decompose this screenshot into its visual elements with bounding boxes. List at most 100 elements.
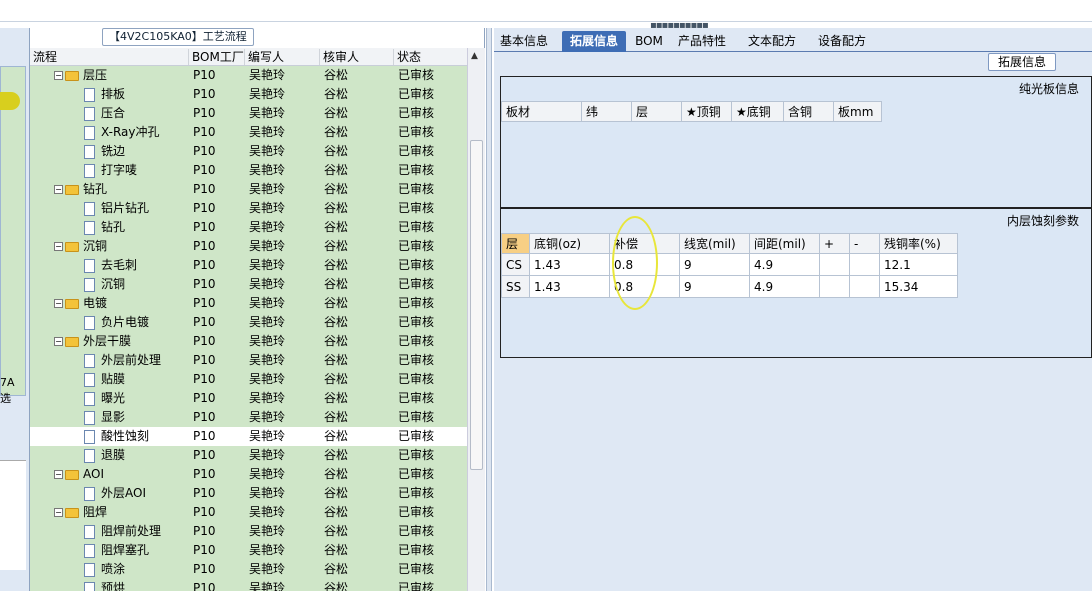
- tree-cell-reviewer: 谷松: [324, 163, 349, 177]
- tree-row[interactable]: 外层前处理 P10 吴艳玲 谷松 已审核: [30, 351, 467, 370]
- tree-row[interactable]: 排板 P10 吴艳玲 谷松 已审核: [30, 85, 467, 104]
- cell-line-width[interactable]: 9: [679, 253, 750, 276]
- tree-cell-reviewer: 谷松: [324, 410, 349, 424]
- cell-base-copper[interactable]: 1.43: [529, 275, 610, 298]
- tree-row[interactable]: − 钻孔 P10 吴艳玲 谷松 已审核: [30, 180, 467, 199]
- col-line-width[interactable]: 线宽(mil): [679, 233, 750, 254]
- header-bom[interactable]: BOM工厂: [188, 49, 244, 65]
- tab-product-features[interactable]: 产品特性: [674, 31, 730, 52]
- tree-row[interactable]: − 外层干膜 P10 吴艳玲 谷松 已审核: [30, 332, 467, 351]
- tree-cell-status: 已审核: [398, 391, 435, 405]
- tree-row[interactable]: 显影 P10 吴艳玲 谷松 已审核: [30, 408, 467, 427]
- col-board-mm[interactable]: 板mm: [833, 101, 882, 122]
- tree-row[interactable]: − 沉铜 P10 吴艳玲 谷松 已审核: [30, 237, 467, 256]
- tab-bom[interactable]: BOM: [634, 31, 664, 52]
- tree-row[interactable]: 钻孔 P10 吴艳玲 谷松 已审核: [30, 218, 467, 237]
- col-copper-content[interactable]: 含铜: [783, 101, 834, 122]
- header-writer[interactable]: 编写人: [244, 49, 284, 65]
- tree-row[interactable]: 曝光 P10 吴艳玲 谷松 已审核: [30, 389, 467, 408]
- tree-row-label: 负片电镀: [101, 315, 150, 329]
- collapse-icon[interactable]: −: [54, 337, 63, 346]
- cell-spacing[interactable]: 4.9: [749, 275, 820, 298]
- tree-cell-reviewer: 谷松: [324, 391, 349, 405]
- tab-extended-info[interactable]: 拓展信息: [562, 31, 626, 52]
- tree-row[interactable]: 铝片钻孔 P10 吴艳玲 谷松 已审核: [30, 199, 467, 218]
- tree-row[interactable]: 酸性蚀刻 P10 吴艳玲 谷松 已审核: [30, 427, 467, 446]
- tree-cell-bom: P10: [193, 182, 216, 196]
- comment-bubble-icon[interactable]: [0, 92, 20, 110]
- tree-cell-writer: 吴艳玲: [249, 467, 286, 481]
- tree-row[interactable]: 预烘 P10 吴艳玲 谷松 已审核: [30, 579, 467, 591]
- document-icon: [84, 353, 95, 368]
- tree-row-name: 阻焊前处理: [84, 522, 161, 541]
- cell-spacing[interactable]: 4.9: [749, 253, 820, 276]
- tree-row[interactable]: 退膜 P10 吴艳玲 谷松 已审核: [30, 446, 467, 465]
- extended-info-button[interactable]: 拓展信息: [988, 53, 1056, 71]
- header-status[interactable]: 状态: [393, 49, 421, 65]
- col-bottom-copper[interactable]: ★底铜: [731, 101, 784, 122]
- collapse-icon[interactable]: −: [54, 299, 63, 308]
- tree-row[interactable]: 打字唛 P10 吴艳玲 谷松 已审核: [30, 161, 467, 180]
- tree-row[interactable]: 阻焊前处理 P10 吴艳玲 谷松 已审核: [30, 522, 467, 541]
- tree-row[interactable]: − AOI P10 吴艳玲 谷松 已审核: [30, 465, 467, 484]
- col-top-copper[interactable]: ★顶铜: [681, 101, 732, 122]
- tree-row-name: − 阻焊: [54, 503, 107, 522]
- tree-cell-writer: 吴艳玲: [249, 315, 286, 329]
- tree-row[interactable]: − 层压 P10 吴艳玲 谷松 已审核: [30, 66, 467, 85]
- tree-row[interactable]: − 电镀 P10 吴艳玲 谷松 已审核: [30, 294, 467, 313]
- cell-base-copper[interactable]: 1.43: [529, 253, 610, 276]
- col-residual-copper[interactable]: 残铜率(%): [879, 233, 958, 254]
- collapse-icon[interactable]: −: [54, 242, 63, 251]
- tab-text-recipe[interactable]: 文本配方: [744, 31, 800, 52]
- table-row[interactable]: CS 1.43 0.8 9 4.9 12.1: [501, 253, 958, 276]
- tab-basic-info[interactable]: 基本信息: [494, 31, 554, 52]
- collapse-icon[interactable]: −: [54, 508, 63, 517]
- cell-plus[interactable]: [819, 253, 850, 276]
- col-layer-header[interactable]: 层: [501, 233, 530, 254]
- document-icon: [84, 581, 95, 591]
- tree-row[interactable]: 喷涂 P10 吴艳玲 谷松 已审核: [30, 560, 467, 579]
- tree-row[interactable]: 负片电镀 P10 吴艳玲 谷松 已审核: [30, 313, 467, 332]
- cell-plus[interactable]: [819, 275, 850, 298]
- cell-residual-copper[interactable]: 15.34: [879, 275, 958, 298]
- scroll-up-icon[interactable]: ▲: [471, 51, 478, 61]
- col-weft[interactable]: 纬: [581, 101, 632, 122]
- tab-equipment-recipe[interactable]: 设备配方: [814, 31, 870, 52]
- header-process[interactable]: 流程: [30, 49, 57, 65]
- tree-cell-writer: 吴艳玲: [249, 182, 286, 196]
- col-plus[interactable]: +: [819, 233, 850, 254]
- cell-line-width[interactable]: 9: [679, 275, 750, 298]
- cell-minus[interactable]: [849, 253, 880, 276]
- cell-minus[interactable]: [849, 275, 880, 298]
- tree-row[interactable]: − 阻焊 P10 吴艳玲 谷松 已审核: [30, 503, 467, 522]
- scroll-thumb[interactable]: [470, 140, 483, 470]
- tree-row[interactable]: 去毛刺 P10 吴艳玲 谷松 已审核: [30, 256, 467, 275]
- col-spacing[interactable]: 间距(mil): [749, 233, 820, 254]
- collapse-icon[interactable]: −: [54, 185, 63, 194]
- collapse-icon[interactable]: −: [54, 470, 63, 479]
- panel-splitter[interactable]: [486, 28, 492, 591]
- tree-cell-bom: P10: [193, 87, 216, 101]
- tree-row-label: 铝片钻孔: [101, 201, 150, 215]
- tree-row[interactable]: 外层AOI P10 吴艳玲 谷松 已审核: [30, 484, 467, 503]
- tree-scrollbar[interactable]: ▲: [467, 48, 485, 591]
- col-minus[interactable]: -: [849, 233, 880, 254]
- cell-residual-copper[interactable]: 12.1: [879, 253, 958, 276]
- table-row[interactable]: SS 1.43 0.8 9 4.9 15.34: [501, 275, 958, 298]
- col-layer[interactable]: 层: [631, 101, 682, 122]
- tree-row[interactable]: 阻焊塞孔 P10 吴艳玲 谷松 已审核: [30, 541, 467, 560]
- tree-cell-bom: P10: [193, 163, 216, 177]
- col-base-copper[interactable]: 底铜(oz): [529, 233, 610, 254]
- tree-row[interactable]: 沉铜 P10 吴艳玲 谷松 已审核: [30, 275, 467, 294]
- tree-row[interactable]: 贴膜 P10 吴艳玲 谷松 已审核: [30, 370, 467, 389]
- tree-cell-reviewer: 谷松: [324, 125, 349, 139]
- tree-row[interactable]: 铣边 P10 吴艳玲 谷松 已审核: [30, 142, 467, 161]
- collapse-icon[interactable]: −: [54, 71, 63, 80]
- document-icon: [84, 258, 95, 273]
- tree-row[interactable]: 压合 P10 吴艳玲 谷松 已审核: [30, 104, 467, 123]
- header-reviewer[interactable]: 核审人: [319, 49, 359, 65]
- document-icon: [84, 277, 95, 292]
- tree-row[interactable]: X-Ray冲孔 P10 吴艳玲 谷松 已审核: [30, 123, 467, 142]
- col-sheet[interactable]: 板材: [501, 101, 582, 122]
- tree-row-name: − AOI: [54, 465, 104, 484]
